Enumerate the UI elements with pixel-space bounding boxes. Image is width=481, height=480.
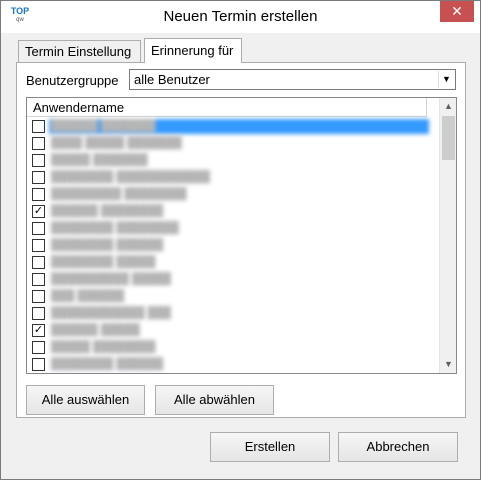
tab-label: Termin Einstellung <box>25 44 132 59</box>
deselect-all-button[interactable]: Alle abwählen <box>155 385 274 415</box>
user-name: █████ ████████ <box>51 341 156 353</box>
column-header-anwendername[interactable]: Anwendername <box>27 98 427 117</box>
user-list[interactable]: Anwendername ██████ ███████ ████ █████ ██… <box>26 97 457 374</box>
user-name: ██████ █████ <box>51 324 140 336</box>
list-item[interactable]: █████ ████████ <box>27 339 437 356</box>
user-name: ██████████ █████ <box>51 273 171 285</box>
user-rows: ██████ ███████ ████ █████ ███████ █████ ██… <box>27 118 437 373</box>
user-checkbox[interactable] <box>32 358 45 371</box>
list-item[interactable]: ████████ █████ <box>27 254 437 271</box>
user-checkbox[interactable] <box>32 307 45 320</box>
user-name: ████████ ████████████ <box>51 171 210 183</box>
user-checkbox[interactable] <box>32 256 45 269</box>
list-item[interactable]: ████████ ██████ <box>27 356 437 373</box>
vertical-scrollbar[interactable]: ▲ ▼ <box>439 98 456 373</box>
scroll-up-icon[interactable]: ▲ <box>440 98 456 115</box>
dialog-window: TOP qw Neuen Termin erstellen ✕ Termin E… <box>0 0 481 480</box>
close-icon: ✕ <box>451 3 463 19</box>
tab-termin-einstellung[interactable]: Termin Einstellung <box>18 40 141 62</box>
list-item[interactable]: ████████ ████████ <box>27 220 437 237</box>
list-item[interactable]: █████████ ████████ <box>27 186 437 203</box>
tab-panel-erinnerung: Benutzergruppe alle Benutzer ▼ Anwendern… <box>16 62 466 418</box>
user-checkbox[interactable]: ✓ <box>32 205 45 218</box>
user-name: ████████████ ███ <box>51 307 171 319</box>
list-item[interactable]: ██████ ███████ <box>27 118 437 135</box>
user-checkbox[interactable] <box>32 222 45 235</box>
list-item[interactable]: ████████ ████████████ <box>27 169 437 186</box>
user-checkbox[interactable] <box>32 171 45 184</box>
user-checkbox[interactable] <box>32 137 45 150</box>
user-name: ████ █████ ███████ <box>51 137 182 149</box>
close-button[interactable]: ✕ <box>440 1 474 22</box>
user-name: ██████ ████████ <box>51 205 164 217</box>
user-name: █████████ ████████ <box>51 188 187 200</box>
create-button[interactable]: Erstellen <box>210 432 330 462</box>
list-item[interactable]: ██████████ █████ <box>27 271 437 288</box>
tab-label: Erinnerung für <box>151 43 234 58</box>
user-checkbox[interactable] <box>32 154 45 167</box>
user-name: ███ ██████ <box>51 290 125 302</box>
user-checkbox[interactable] <box>32 239 45 252</box>
user-checkbox[interactable] <box>32 188 45 201</box>
chevron-down-icon[interactable]: ▼ <box>438 71 454 88</box>
list-item[interactable]: ████████████ ███ <box>27 305 437 322</box>
user-name: █████ ███████ <box>51 154 148 166</box>
scroll-down-icon[interactable]: ▼ <box>440 356 456 373</box>
list-item[interactable]: ✓ ██████ ████████ <box>27 203 437 220</box>
title-bar: TOP qw Neuen Termin erstellen ✕ <box>1 1 480 33</box>
user-group-select[interactable]: alle Benutzer ▼ <box>129 69 456 90</box>
list-item[interactable]: ████████ ██████ <box>27 237 437 254</box>
user-group-label: Benutzergruppe <box>26 73 119 88</box>
list-item[interactable]: ✓ ██████ █████ <box>27 322 437 339</box>
user-checkbox[interactable] <box>32 120 45 133</box>
list-item[interactable]: ███ ██████ <box>27 288 437 305</box>
tab-erinnerung-fuer[interactable]: Erinnerung für <box>144 38 242 63</box>
cancel-button[interactable]: Abbrechen <box>338 432 458 462</box>
user-name: ████████ ██████ <box>51 239 164 251</box>
user-checkbox[interactable] <box>32 290 45 303</box>
select-all-button[interactable]: Alle auswählen <box>26 385 145 415</box>
user-name: ████████ ████████ <box>51 222 179 234</box>
user-checkbox[interactable] <box>32 273 45 286</box>
user-group-value: alle Benutzer <box>134 72 210 87</box>
window-title: Neuen Termin erstellen <box>163 8 318 25</box>
user-checkbox[interactable] <box>32 341 45 354</box>
list-item[interactable]: █████ ███████ <box>27 152 437 169</box>
user-name: ████████ ██████ <box>51 358 164 370</box>
user-name: ██████ ███████ <box>49 119 429 134</box>
user-name: ████████ █████ <box>51 256 156 268</box>
list-item[interactable]: ████ █████ ███████ <box>27 135 437 152</box>
scroll-thumb[interactable] <box>442 116 455 160</box>
user-checkbox[interactable]: ✓ <box>32 324 45 337</box>
